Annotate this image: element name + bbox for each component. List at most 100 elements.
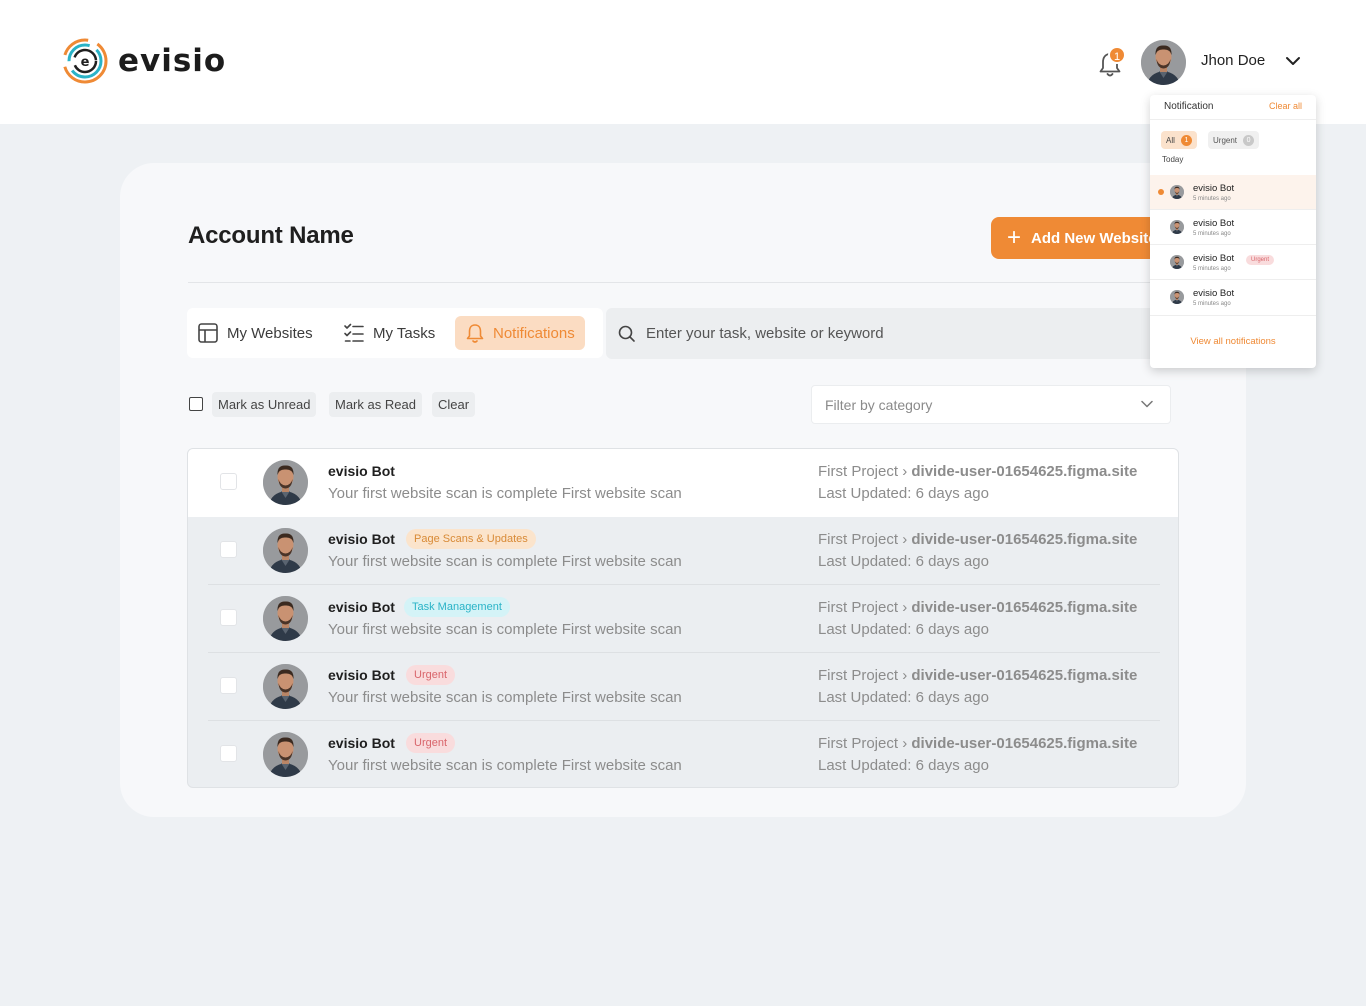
logo-icon: e xyxy=(62,38,108,84)
project-path[interactable]: First Project › divide-user-01654625.fig… xyxy=(818,599,1137,616)
site-name: divide-user-01654625.figma.site xyxy=(911,599,1138,616)
task-list-icon xyxy=(344,323,364,342)
logo[interactable]: e evisio xyxy=(62,38,226,84)
notification-message: Your first website scan is complete Firs… xyxy=(328,757,682,774)
user-name[interactable]: Jhon Doe xyxy=(1201,52,1265,69)
notification-row[interactable]: evisio Bot Urgent Your first website sca… xyxy=(188,721,1178,788)
dropdown-notification-item[interactable]: evisio Bot 5 minutes ago xyxy=(1150,175,1316,209)
notification-count-badge: 1 xyxy=(1108,46,1126,64)
mark-read-button[interactable]: Mark as Read xyxy=(329,392,422,417)
svg-text:e: e xyxy=(81,55,90,70)
avatar xyxy=(263,732,308,777)
project-name: First Project xyxy=(818,667,899,684)
filter-urgent-label: Urgent xyxy=(1213,135,1238,145)
site-name: divide-user-01654625.figma.site xyxy=(911,735,1138,752)
notification-message: Your first website scan is complete Firs… xyxy=(328,553,682,570)
row-checkbox[interactable] xyxy=(220,541,237,558)
dropdown-notification-item[interactable]: evisio Bot 5 minutes ago xyxy=(1150,210,1316,244)
project-name: First Project xyxy=(818,735,899,752)
title-divider xyxy=(188,282,1178,283)
urgent-badge: Urgent xyxy=(406,665,456,685)
notification-row[interactable]: evisio Bot Your first website scan is co… xyxy=(188,449,1178,517)
time-ago: 5 minutes ago xyxy=(1193,231,1231,237)
time-ago: 5 minutes ago xyxy=(1193,301,1231,307)
breadcrumb-chevron-icon: › xyxy=(902,599,908,616)
select-all-checkbox[interactable] xyxy=(189,397,203,411)
project-path[interactable]: First Project › divide-user-01654625.fig… xyxy=(818,735,1137,752)
filter-all-count: 1 xyxy=(1180,134,1192,146)
clear-button[interactable]: Clear xyxy=(432,392,476,417)
dropdown-divider xyxy=(1150,119,1316,120)
project-path[interactable]: First Project › divide-user-01654625.fig… xyxy=(818,463,1137,480)
breadcrumb-chevron-icon: › xyxy=(902,463,908,480)
filter-all-chip[interactable]: All 1 xyxy=(1161,131,1197,149)
page-title: Account Name xyxy=(188,222,354,249)
notification-row[interactable]: evisio Bot Page Scans & Updates Your fir… xyxy=(188,517,1178,585)
sender-name: evisio Bot xyxy=(1193,253,1235,264)
notification-message: Your first website scan is complete Firs… xyxy=(328,689,682,706)
row-checkbox[interactable] xyxy=(220,677,237,694)
tab-label: My Tasks xyxy=(373,324,436,342)
filter-urgent-chip[interactable]: Urgent 0 xyxy=(1208,131,1260,149)
avatar xyxy=(263,596,308,641)
project-name: First Project xyxy=(818,599,899,616)
site-name: divide-user-01654625.figma.site xyxy=(911,667,1138,684)
avatar xyxy=(263,528,308,573)
sender-name: evisio Bot xyxy=(328,599,395,615)
tab-notifications[interactable]: Notifications xyxy=(455,316,585,350)
avatar xyxy=(1170,290,1184,304)
logo-text: evisio xyxy=(118,43,227,79)
project-path[interactable]: First Project › divide-user-01654625.fig… xyxy=(818,531,1137,548)
sender-name: evisio Bot xyxy=(328,667,395,683)
plus-icon: + xyxy=(1007,224,1022,251)
notification-list: evisio Bot Your first website scan is co… xyxy=(187,448,1179,788)
mark-unread-button[interactable]: Mark as Unread xyxy=(212,392,317,417)
avatar xyxy=(1170,220,1184,234)
row-checkbox[interactable] xyxy=(220,745,237,762)
sender-name: evisio Bot xyxy=(1193,183,1235,194)
tab-my-websites[interactable]: My Websites xyxy=(187,316,323,350)
dropdown-divider xyxy=(1150,315,1316,316)
last-updated: Last Updated: 6 days ago xyxy=(818,485,989,502)
clear-all-link[interactable]: Clear all xyxy=(1269,101,1302,111)
project-path[interactable]: First Project › divide-user-01654625.fig… xyxy=(818,667,1137,684)
dropdown-notification-item[interactable]: evisio Bot 5 minutes ago xyxy=(1150,280,1316,314)
chevron-down-icon xyxy=(1141,400,1153,408)
search-input[interactable] xyxy=(646,325,1066,342)
user-menu-chevron-icon[interactable] xyxy=(1284,54,1302,68)
sender-name: evisio Bot xyxy=(1193,218,1235,229)
tab-my-tasks[interactable]: My Tasks xyxy=(333,316,445,350)
add-website-label: Add New Website xyxy=(1031,229,1157,247)
dropdown-title: Notification xyxy=(1164,101,1214,112)
notification-row[interactable]: evisio Bot Task Management Your first we… xyxy=(188,585,1178,653)
project-name: First Project xyxy=(818,531,899,548)
sender-name: evisio Bot xyxy=(328,531,395,547)
row-checkbox[interactable] xyxy=(220,473,237,490)
filter-all-label: All xyxy=(1166,135,1175,145)
last-updated: Last Updated: 6 days ago xyxy=(818,689,989,706)
avatar xyxy=(1170,255,1184,269)
user-avatar[interactable] xyxy=(1141,40,1186,85)
category-filter-select[interactable]: Filter by category xyxy=(811,385,1171,424)
avatar xyxy=(1170,185,1184,199)
view-all-notifications-link[interactable]: View all notifications xyxy=(1150,336,1316,347)
site-name: divide-user-01654625.figma.site xyxy=(911,463,1138,480)
unread-dot-icon xyxy=(1158,189,1164,195)
sender-name: evisio Bot xyxy=(328,463,395,479)
dropdown-notification-item[interactable]: evisio Bot Urgent 5 minutes ago xyxy=(1150,245,1316,279)
notification-message: Your first website scan is complete Firs… xyxy=(328,485,682,502)
row-checkbox[interactable] xyxy=(220,609,237,626)
site-name: divide-user-01654625.figma.site xyxy=(911,531,1138,548)
category-badge: Page Scans & Updates xyxy=(406,529,536,549)
tab-label: My Websites xyxy=(227,324,313,342)
breadcrumb-chevron-icon: › xyxy=(902,735,908,752)
search-bar xyxy=(606,308,1166,359)
breadcrumb-chevron-icon: › xyxy=(902,667,908,684)
urgent-badge: Urgent xyxy=(1246,255,1275,265)
filter-placeholder: Filter by category xyxy=(825,396,933,413)
view-tabs: My Websites My Tasks Notifications xyxy=(187,308,603,358)
sender-name: evisio Bot xyxy=(328,735,395,751)
last-updated: Last Updated: 6 days ago xyxy=(818,621,989,638)
section-today-label: Today xyxy=(1162,155,1184,164)
notification-row[interactable]: evisio Bot Urgent Your first website sca… xyxy=(188,653,1178,721)
